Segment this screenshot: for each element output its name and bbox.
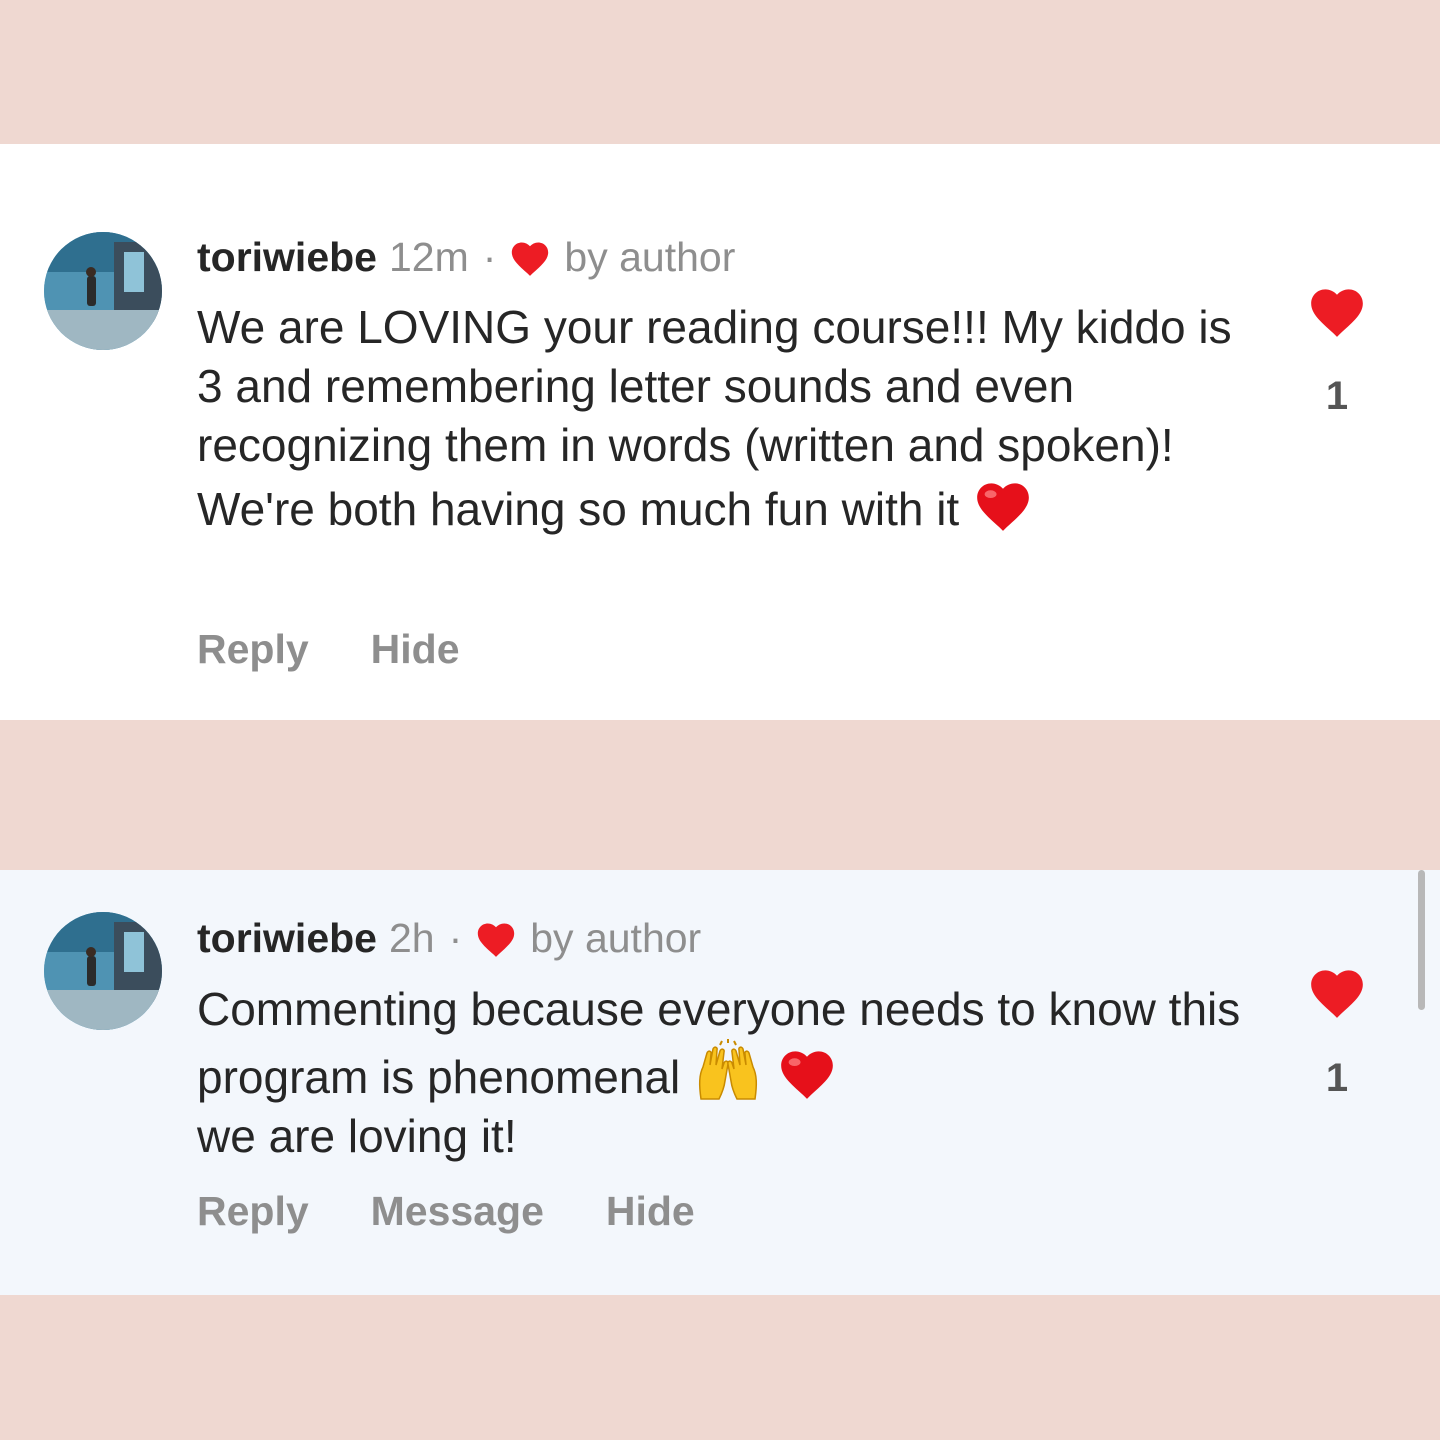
username[interactable]: toriwiebe [197,234,377,281]
comment-card-highlighted: toriwiebe 2h · by author Commenting beca… [0,870,1440,1295]
liked-by-author-label: by author [564,233,736,280]
reply-button[interactable]: Reply [197,1188,309,1235]
scrollbar[interactable] [1418,870,1425,1010]
comment-meta: toriwiebe 12m · by author [197,234,735,280]
comment-text-part: We are LOVING your reading course!!! My … [197,301,1232,535]
heart-icon [474,918,518,958]
hide-button[interactable]: Hide [606,1188,695,1235]
like-count: 1 [1325,374,1349,418]
timestamp: 2h [388,914,435,961]
comment-card: toriwiebe 12m · by author We are LOVING … [0,144,1440,720]
liked-by-author-label: by author [530,914,702,961]
hide-button[interactable]: Hide [371,626,460,673]
comment-actions: Reply Message Hide [197,1188,757,1235]
comment-text-part: we are loving it! [197,1110,517,1162]
like-heart-icon[interactable] [1306,962,1368,1020]
heart-icon [508,237,552,277]
reply-button[interactable]: Reply [197,626,309,673]
comment-text: We are LOVING your reading course!!! My … [197,298,1257,539]
separator-dot: · [482,233,497,280]
username[interactable]: toriwiebe [197,915,377,962]
like-heart-icon[interactable] [1306,281,1368,339]
user-avatar[interactable] [44,912,162,1030]
red-heart-emoji [972,475,1034,533]
timestamp: 12m [388,233,469,280]
comment-text: Commenting because everyone needs to kno… [197,980,1257,1166]
user-avatar[interactable] [44,232,162,350]
raising-hands-emoji [693,1039,763,1101]
comment-actions: Reply Hide [197,626,522,673]
message-button[interactable]: Message [371,1188,544,1235]
like-count: 1 [1325,1056,1349,1100]
comment-meta: toriwiebe 2h · by author [197,915,701,961]
separator-dot: · [448,914,463,961]
red-heart-emoji [776,1043,838,1101]
